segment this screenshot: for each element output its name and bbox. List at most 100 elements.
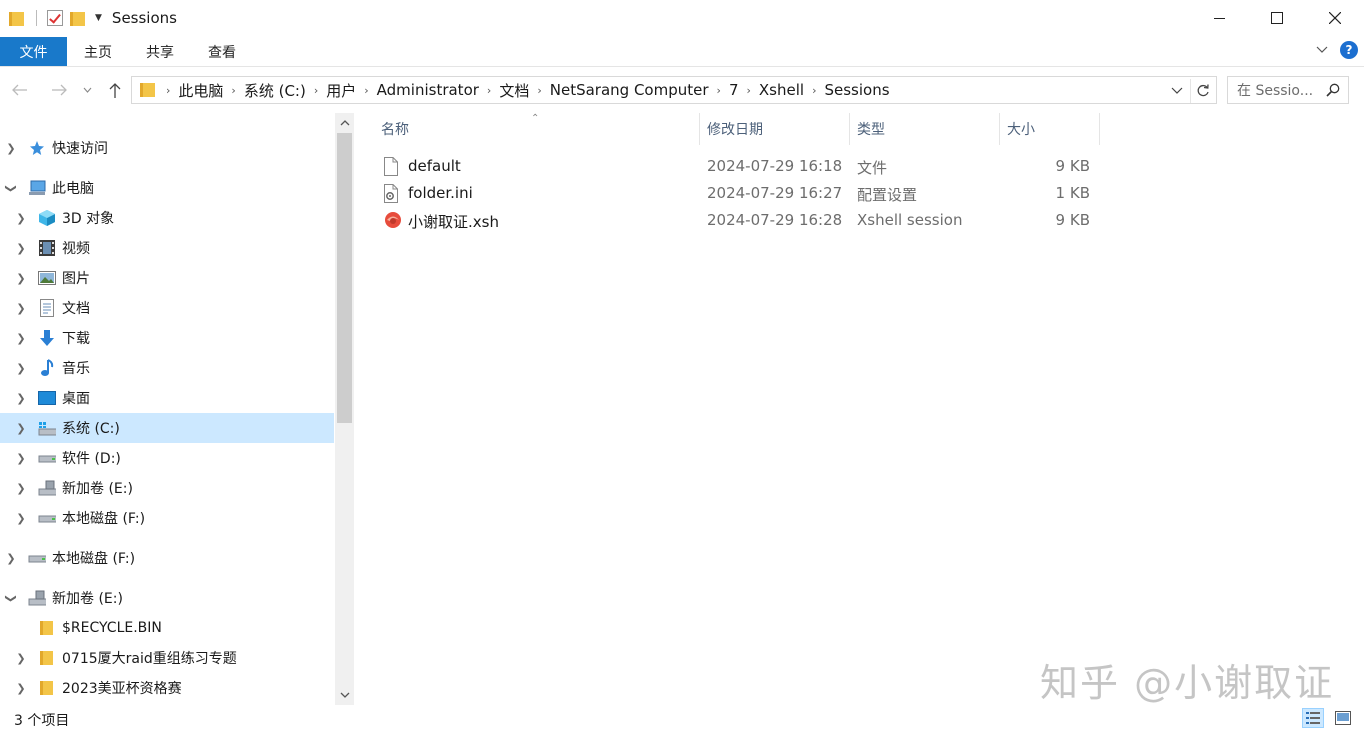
- chevron-right-icon[interactable]: ›: [229, 84, 237, 97]
- breadcrumb-item[interactable]: 此电脑: [172, 80, 229, 101]
- minimize-button[interactable]: [1190, 0, 1248, 36]
- column-divider[interactable]: [699, 113, 700, 145]
- chevron-right-icon[interactable]: ❯: [14, 392, 28, 405]
- chevron-right-icon[interactable]: ›: [362, 84, 370, 97]
- nav-item-new-volume-e-root[interactable]: ❯ 新加卷 (E:): [0, 583, 335, 613]
- nav-label: 音乐: [62, 361, 90, 377]
- chevron-right-icon[interactable]: ›: [810, 84, 818, 97]
- nav-item-documents[interactable]: ❯ 文档: [0, 293, 335, 323]
- chevron-right-icon[interactable]: ❯: [14, 242, 28, 255]
- chevron-right-icon[interactable]: ›: [164, 84, 172, 97]
- chevron-right-icon[interactable]: ❯: [4, 142, 18, 155]
- breadcrumb-item[interactable]: Xshell: [753, 81, 810, 99]
- expand-ribbon-icon[interactable]: [1316, 46, 1328, 54]
- nav-item-software-d[interactable]: ❯ 软件 (D:): [0, 443, 335, 473]
- nav-item-folder[interactable]: ❯ 0715厦大raid重组练习专题: [0, 643, 335, 673]
- recent-locations-button[interactable]: [79, 78, 95, 102]
- chevron-down-icon[interactable]: ❯: [5, 181, 18, 195]
- large-icons-view-button[interactable]: [1332, 708, 1354, 728]
- forward-button[interactable]: [47, 78, 71, 102]
- nav-item-music[interactable]: ❯ 音乐: [0, 353, 335, 383]
- column-header-size[interactable]: 大小: [1007, 113, 1035, 145]
- tab-share[interactable]: 共享: [129, 37, 191, 66]
- maximize-button[interactable]: [1248, 0, 1306, 36]
- scroll-up-button[interactable]: [335, 113, 354, 133]
- chevron-right-icon[interactable]: ❯: [14, 212, 28, 225]
- breadcrumb-item[interactable]: 系统 (C:): [238, 80, 312, 101]
- chevron-right-icon[interactable]: ›: [715, 84, 723, 97]
- chevron-right-icon[interactable]: ❯: [14, 422, 28, 435]
- nav-item-downloads[interactable]: ❯ 下载: [0, 323, 335, 353]
- close-button[interactable]: [1306, 0, 1364, 36]
- chevron-right-icon[interactable]: ❯: [14, 482, 28, 495]
- tab-home[interactable]: 主页: [67, 37, 129, 66]
- nav-item-this-pc[interactable]: ❯ 此电脑: [0, 173, 335, 203]
- nav-item-desktop[interactable]: ❯ 桌面: [0, 383, 335, 413]
- column-header-type[interactable]: 类型: [857, 113, 885, 145]
- breadcrumb-item[interactable]: 用户: [320, 80, 362, 101]
- details-view-button[interactable]: [1302, 708, 1324, 728]
- nav-item-recycle-bin[interactable]: $RECYCLE.BIN: [0, 613, 335, 643]
- address-bar[interactable]: › 此电脑 › 系统 (C:) › 用户 › Administrator › 文…: [131, 76, 1217, 104]
- quick-access-toolbar: ▼: [0, 10, 102, 26]
- address-history-button[interactable]: [1168, 82, 1186, 100]
- chevron-right-icon[interactable]: ❯: [4, 552, 18, 565]
- chevron-right-icon[interactable]: ›: [744, 84, 752, 97]
- nav-item-system-c[interactable]: ❯ 系统 (C:): [0, 413, 334, 443]
- file-date: 2024-07-29 16:28: [707, 211, 843, 229]
- file-row[interactable]: folder.ini 2024-07-29 16:27 配置设置 1 KB: [377, 180, 1102, 207]
- folder-icon: [38, 679, 56, 697]
- refresh-button[interactable]: [1190, 79, 1214, 103]
- nav-item-local-disk-f[interactable]: ❯ 本地磁盘 (F:): [0, 503, 335, 533]
- chevron-right-icon[interactable]: ›: [535, 84, 543, 97]
- nav-item-quick-access[interactable]: ❯ 快速访问: [0, 133, 335, 163]
- file-name: 小谢取证.xsh: [408, 213, 499, 231]
- file-row[interactable]: 小谢取证.xsh 2024-07-29 16:28 Xshell session…: [377, 207, 1102, 234]
- breadcrumb-item[interactable]: Sessions: [818, 81, 895, 99]
- tab-file[interactable]: 文件: [0, 37, 67, 66]
- chevron-down-icon[interactable]: ❯: [5, 591, 18, 605]
- scroll-thumb[interactable]: [337, 133, 352, 423]
- nav-label: 快速访问: [52, 141, 108, 157]
- properties-icon[interactable]: [47, 10, 63, 26]
- breadcrumb-item[interactable]: NetSarang Computer: [544, 81, 715, 99]
- up-button[interactable]: [103, 78, 127, 102]
- chevron-right-icon[interactable]: ❯: [14, 512, 28, 525]
- picture-icon: [38, 269, 56, 287]
- nav-item-new-volume-e[interactable]: ❯ 新加卷 (E:): [0, 473, 335, 503]
- back-button[interactable]: [8, 78, 32, 102]
- chevron-right-icon[interactable]: ❯: [14, 302, 28, 315]
- chevron-right-icon[interactable]: ❯: [14, 362, 28, 375]
- chevron-right-icon[interactable]: ❯: [14, 682, 28, 695]
- column-divider[interactable]: [849, 113, 850, 145]
- chevron-right-icon[interactable]: ❯: [14, 272, 28, 285]
- customize-dropdown-icon[interactable]: ▼: [95, 13, 102, 23]
- new-folder-icon[interactable]: [70, 10, 85, 26]
- file-row[interactable]: default 2024-07-29 16:18 文件 9 KB: [377, 153, 1102, 180]
- tab-view[interactable]: 查看: [191, 37, 253, 66]
- nav-item-3d-objects[interactable]: ❯ 3D 对象: [0, 203, 335, 233]
- nav-item-folder[interactable]: ❯ 2023美亚杯资格赛: [0, 673, 335, 703]
- column-divider[interactable]: [999, 113, 1000, 145]
- nav-scrollbar[interactable]: [335, 113, 354, 705]
- search-icon[interactable]: [1326, 83, 1340, 97]
- search-input[interactable]: 在 Sessio...: [1227, 76, 1349, 104]
- column-header-name[interactable]: 名称: [381, 113, 409, 145]
- column-header-date[interactable]: 修改日期: [707, 113, 763, 145]
- file-date: 2024-07-29 16:18: [707, 157, 843, 175]
- chevron-right-icon[interactable]: ❯: [14, 652, 28, 665]
- breadcrumb-item[interactable]: 7: [723, 81, 745, 99]
- nav-item-local-disk-f-root[interactable]: ❯ 本地磁盘 (F:): [0, 543, 335, 573]
- nav-item-pictures[interactable]: ❯ 图片: [0, 263, 335, 293]
- chevron-right-icon[interactable]: ›: [312, 84, 320, 97]
- help-icon[interactable]: ?: [1340, 41, 1358, 59]
- breadcrumb-item[interactable]: 文档: [493, 80, 535, 101]
- chevron-right-icon[interactable]: ❯: [14, 332, 28, 345]
- chevron-right-icon[interactable]: ›: [485, 84, 493, 97]
- column-divider[interactable]: [1099, 113, 1100, 145]
- chevron-down-icon: [1171, 87, 1183, 94]
- chevron-right-icon[interactable]: ❯: [14, 452, 28, 465]
- scroll-down-button[interactable]: [335, 685, 354, 705]
- breadcrumb-item[interactable]: Administrator: [371, 81, 485, 99]
- nav-item-videos[interactable]: ❯ 视频: [0, 233, 335, 263]
